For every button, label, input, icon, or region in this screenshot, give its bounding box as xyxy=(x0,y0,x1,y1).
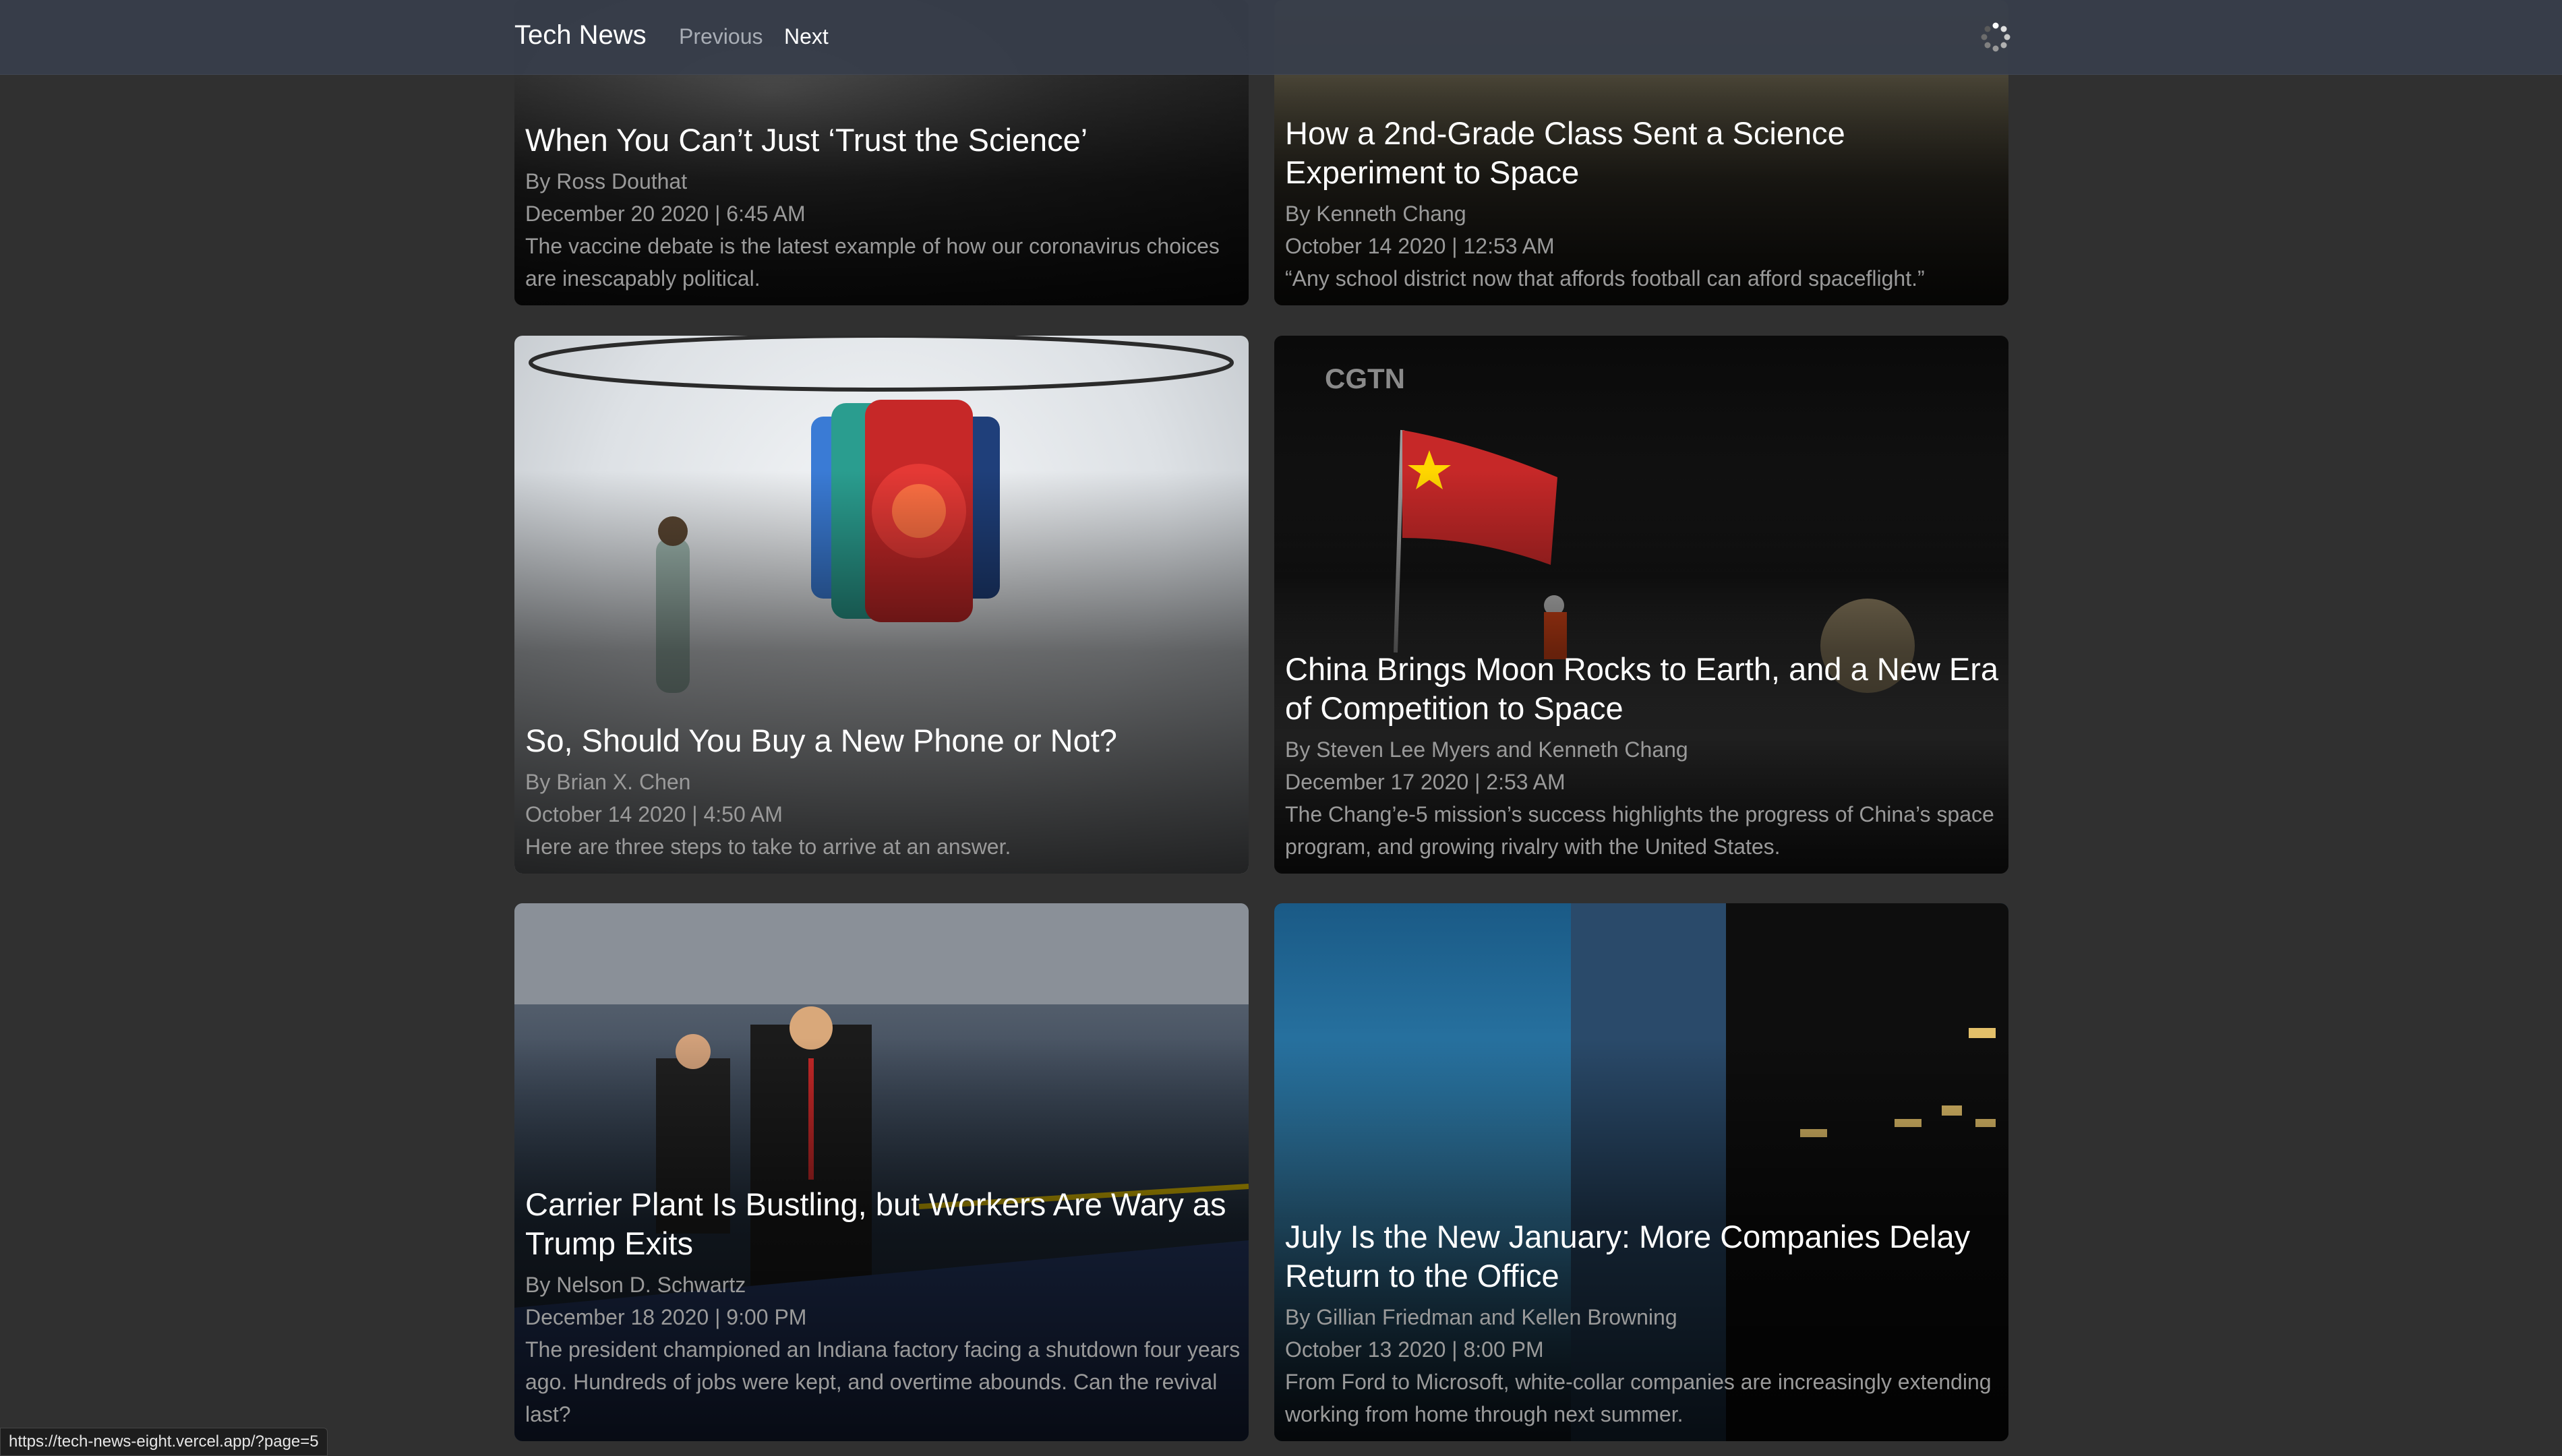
article-date: October 14 2020 | 4:50 AM xyxy=(525,802,783,826)
article-description: The president championed an Indiana fact… xyxy=(525,1337,1241,1426)
previous-link[interactable]: Previous xyxy=(679,24,763,49)
article-date: December 17 2020 | 2:53 AM xyxy=(1285,770,1566,794)
article-title[interactable]: When You Can’t Just ‘Trust the Science’ xyxy=(525,121,1241,160)
article-content: China Brings Moon Rocks to Earth, and a … xyxy=(1285,650,2000,863)
article-title[interactable]: So, Should You Buy a New Phone or Not? xyxy=(525,721,1241,760)
article-description: “Any school district now that affords fo… xyxy=(1285,266,1925,291)
article-byline: By Ross Douthat xyxy=(525,169,688,193)
article-date: December 20 2020 | 6:45 AM xyxy=(525,202,806,226)
article-description: From Ford to Microsoft, white-collar com… xyxy=(1285,1370,1992,1426)
article-card[interactable]: So, Should You Buy a New Phone or Not? B… xyxy=(514,336,1249,874)
article-byline: By Kenneth Chang xyxy=(1285,202,1466,226)
article-card[interactable]: Carrier Plant Is Bustling, but Workers A… xyxy=(514,903,1249,1441)
article-title[interactable]: Carrier Plant Is Bustling, but Workers A… xyxy=(525,1185,1241,1263)
article-title[interactable]: China Brings Moon Rocks to Earth, and a … xyxy=(1285,650,2000,728)
image-watermark: CGTN xyxy=(1325,363,1405,394)
article-byline: By Steven Lee Myers and Kenneth Chang xyxy=(1285,737,1688,762)
article-card[interactable]: July Is the New January: More Companies … xyxy=(1274,903,2008,1441)
article-date: December 18 2020 | 9:00 PM xyxy=(525,1305,807,1329)
article-content: July Is the New January: More Companies … xyxy=(1285,1217,2000,1430)
spinner-icon xyxy=(1981,22,2010,52)
article-description: Here are three steps to take to arrive a… xyxy=(525,835,1011,859)
brand-title[interactable]: Tech News xyxy=(514,20,647,51)
article-date: October 14 2020 | 12:53 AM xyxy=(1285,234,1555,258)
article-card[interactable]: CGTN China Brings Moon Rocks to Earth, a… xyxy=(1274,336,2008,874)
article-title[interactable]: How a 2nd-Grade Class Sent a Science Exp… xyxy=(1285,114,2000,192)
navbar: Tech News Previous Next xyxy=(0,0,2562,75)
article-description: The Chang’e-5 mission’s success highligh… xyxy=(1285,802,1994,859)
article-description: The vaccine debate is the latest example… xyxy=(525,234,1220,291)
article-byline: By Nelson D. Schwartz xyxy=(525,1273,746,1297)
article-byline: By Gillian Friedman and Kellen Browning xyxy=(1285,1305,1677,1329)
article-content: So, Should You Buy a New Phone or Not? B… xyxy=(525,721,1241,863)
article-content: When You Can’t Just ‘Trust the Science’ … xyxy=(525,121,1241,295)
article-content: Carrier Plant Is Bustling, but Workers A… xyxy=(525,1185,1241,1430)
status-bar-url: https://tech-news-eight.vercel.app/?page… xyxy=(0,1428,328,1456)
article-byline: By Brian X. Chen xyxy=(525,770,691,794)
article-date: October 13 2020 | 8:00 PM xyxy=(1285,1337,1544,1362)
article-content: How a 2nd-Grade Class Sent a Science Exp… xyxy=(1285,114,2000,295)
next-link[interactable]: Next xyxy=(784,24,829,49)
article-title[interactable]: July Is the New January: More Companies … xyxy=(1285,1217,2000,1296)
